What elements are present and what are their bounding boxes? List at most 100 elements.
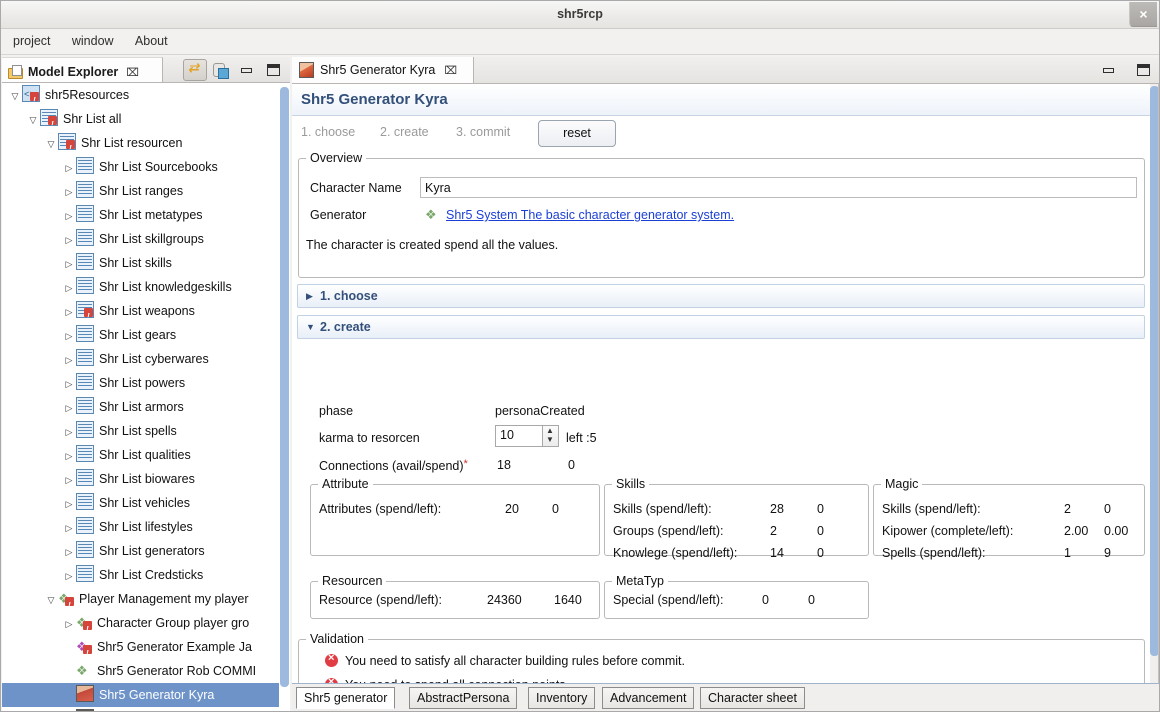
close-icon[interactable]: ⌧	[126, 66, 139, 79]
karma-stepper-buttons[interactable]: ▲ ▼	[542, 426, 558, 446]
minimize-icon[interactable]	[1097, 59, 1121, 81]
chevron-down-icon[interactable]	[26, 108, 40, 132]
tree-scrollbar-thumb[interactable]	[280, 87, 289, 687]
chevron-right-icon[interactable]	[62, 372, 76, 396]
tree-item[interactable]: Shr List resourcen	[2, 131, 289, 161]
chevron-right-icon[interactable]	[62, 252, 76, 276]
tree-item[interactable]: Shr List qualities	[2, 443, 289, 467]
tree-item[interactable]: Shr List ranges	[2, 179, 289, 203]
tree-item[interactable]: Shr List spells	[2, 419, 289, 443]
tree-item[interactable]: shr5Resources	[2, 83, 289, 113]
tab-shr5-generator[interactable]: Shr5 generator	[296, 687, 396, 709]
chevron-down-icon[interactable]	[44, 132, 58, 156]
stepper-down-icon[interactable]: ▼	[546, 436, 554, 444]
step-commit[interactable]: 3. commit	[456, 125, 510, 139]
window-close-button[interactable]: ×	[1129, 2, 1157, 27]
tab-inventory[interactable]: Inventory	[528, 687, 596, 709]
tree-item-label: Shr List Sourcebooks	[99, 160, 218, 174]
tab-model-explorer[interactable]: Model Explorer ⌧	[2, 57, 163, 82]
menu-item-window[interactable]: window	[63, 29, 123, 53]
tbl-icon	[76, 181, 94, 198]
tree-item[interactable]: Shr List lifestyles	[2, 515, 289, 539]
chevron-right-icon[interactable]	[62, 204, 76, 228]
tree-item-label: Shr List skills	[99, 256, 172, 270]
chevron-down-icon[interactable]	[8, 84, 22, 108]
chevron-right-icon[interactable]	[62, 468, 76, 492]
tab-shr5-generator-kyra[interactable]: Shr5 Generator Kyra ⌧	[292, 57, 474, 83]
menu-item-project[interactable]: project	[4, 29, 60, 53]
chevron-right-icon[interactable]	[62, 444, 76, 468]
karma-stepper[interactable]: 10 ▲ ▼	[495, 425, 559, 447]
tab-character-sheet[interactable]: Character sheet	[700, 687, 805, 709]
tab-abstractpersona[interactable]: AbstractPersona	[409, 687, 518, 709]
chevron-right-icon[interactable]	[62, 228, 76, 252]
minimize-icon[interactable]	[235, 59, 259, 81]
chevron-right-icon[interactable]	[62, 396, 76, 420]
section-create[interactable]: ▼ 2. create	[297, 315, 1145, 339]
tree-item[interactable]: Shr List vehicles	[2, 491, 289, 515]
kipower-complete-value: 2.00	[1064, 524, 1089, 538]
generator-label: Generator	[310, 208, 367, 222]
generator-link[interactable]: Shr5 System The basic character generato…	[446, 208, 734, 222]
character-name-label: Character Name	[310, 181, 402, 195]
step-create[interactable]: 2. create	[380, 125, 429, 139]
tree-item-label: Shr List vehicles	[99, 496, 191, 510]
chevron-right-icon[interactable]	[62, 276, 76, 300]
chevron-right-icon[interactable]	[62, 420, 76, 444]
tree-item[interactable]: Shr List biowares	[2, 467, 289, 491]
tree-item[interactable]: Shr List Credsticks	[2, 563, 289, 587]
tree-item[interactable]: Shr5 Generator Kyra	[2, 683, 289, 707]
chevron-right-icon: ▶	[306, 291, 313, 301]
tree-item[interactable]: Shr List skills	[2, 251, 289, 275]
tree-item[interactable]: Shr List Sourcebooks	[2, 155, 289, 179]
tab-advancement[interactable]: Advancement	[602, 687, 695, 709]
stepper-up-icon[interactable]: ▲	[546, 427, 554, 435]
chevron-right-icon[interactable]	[62, 156, 76, 180]
tree-item[interactable]: Shr List powers	[2, 371, 289, 395]
chevron-right-icon[interactable]	[62, 612, 76, 636]
character-name-input[interactable]	[420, 177, 1137, 198]
chevron-right-icon[interactable]	[62, 348, 76, 372]
tree-item[interactable]: Shr List gears	[2, 323, 289, 347]
chevron-right-icon[interactable]	[62, 516, 76, 540]
karma-value: 10	[500, 428, 514, 442]
tree-item[interactable]: Shr List all	[2, 107, 289, 137]
magic-legend: Magic	[881, 477, 923, 491]
form-scrollbar-thumb[interactable]	[1150, 86, 1158, 656]
tree-item[interactable]: Shr5 Generator Rob COMMI	[2, 659, 289, 683]
chevron-right-icon[interactable]	[62, 324, 76, 348]
tree-item[interactable]: Shr List generators	[2, 539, 289, 563]
link-with-editor-icon[interactable]: ⇄	[183, 58, 207, 81]
chevron-right-icon[interactable]	[62, 564, 76, 588]
tree-item[interactable]: Shr5 Generator Example Ja	[2, 635, 289, 666]
tbl-icon	[76, 541, 94, 558]
menu-item-about[interactable]: About	[126, 29, 177, 53]
chevron-right-icon[interactable]	[62, 492, 76, 516]
maximize-icon[interactable]	[261, 59, 285, 81]
tree-item[interactable]: Shr5 Generator Gu	[2, 707, 289, 711]
model-tree[interactable]: shr5Resources Shr List all Shr List resour…	[2, 83, 290, 711]
tree-item[interactable]: Shr List armors	[2, 395, 289, 419]
maximize-icon[interactable]	[1131, 59, 1155, 81]
diam-green-icon	[58, 587, 74, 618]
step-choose[interactable]: 1. choose	[301, 125, 355, 139]
tree-item[interactable]: Shr List weapons	[2, 299, 289, 329]
chevron-right-icon[interactable]	[62, 300, 76, 324]
tree-item[interactable]: Shr List skillgroups	[2, 227, 289, 251]
chevron-right-icon[interactable]	[62, 180, 76, 204]
tree-item[interactable]: Shr List cyberwares	[2, 347, 289, 371]
close-icon[interactable]: ⌧	[444, 64, 457, 77]
tree-item[interactable]: Player Management my player	[2, 587, 289, 618]
tree-item[interactable]: Shr List knowledgeskills	[2, 275, 289, 299]
tree-item[interactable]: Shr List metatypes	[2, 203, 289, 227]
save-database-icon[interactable]	[209, 59, 233, 81]
attributes-spend-value: 20	[505, 502, 519, 516]
chevron-right-icon[interactable]	[62, 540, 76, 564]
tree-item[interactable]: Character Group player gro	[2, 611, 289, 642]
section-create-label: 2. create	[320, 320, 371, 334]
chevron-down-icon[interactable]	[44, 588, 58, 612]
section-choose[interactable]: ▶ 1. choose	[297, 284, 1145, 308]
reset-button[interactable]: reset	[538, 120, 616, 147]
knowlege-left-value: 0	[817, 546, 824, 560]
groups-spend-value: 2	[770, 524, 777, 538]
